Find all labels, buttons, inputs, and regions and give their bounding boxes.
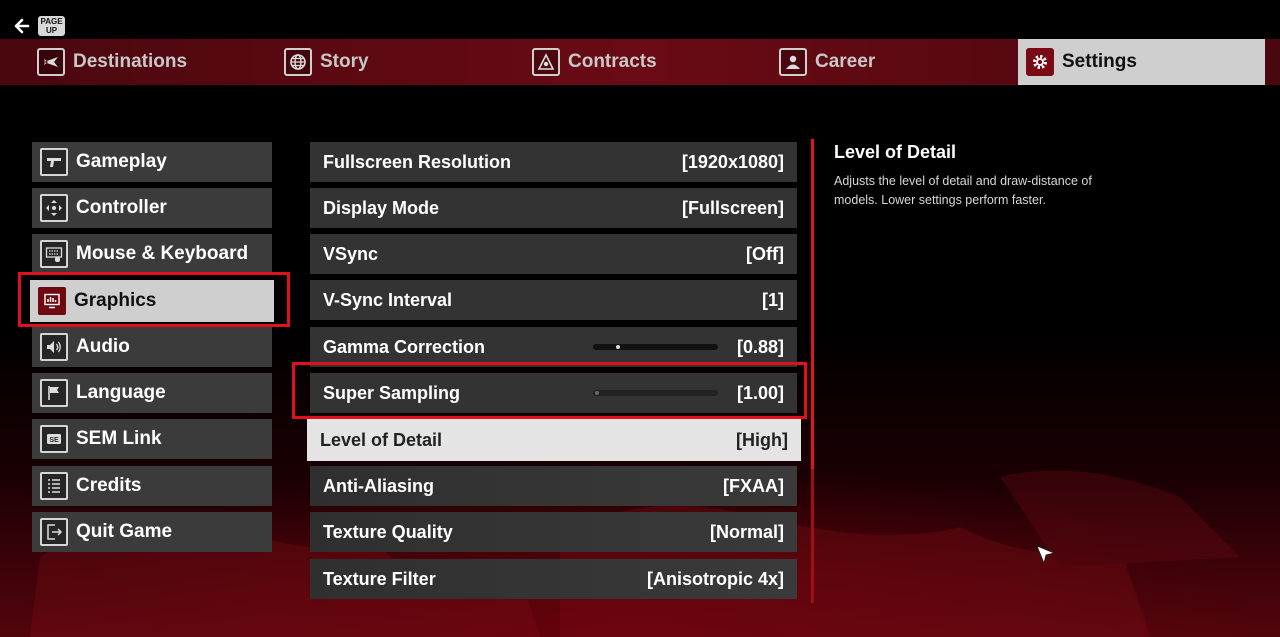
- setting-label: Texture Filter: [323, 568, 436, 589]
- tab-settings[interactable]: Settings: [1018, 39, 1265, 85]
- page-up-key-badge: PAGE UP: [38, 16, 65, 36]
- category-label: Quit Game: [76, 521, 173, 542]
- setting-value: [1]: [762, 289, 784, 310]
- setting-value: [Anisotropic 4x]: [646, 568, 784, 589]
- tab-label: Story: [320, 51, 369, 72]
- tab-label: Contracts: [568, 51, 657, 72]
- slider-knob[interactable]: [595, 391, 599, 395]
- setting-label: Level of Detail: [320, 429, 443, 450]
- category-label: Controller: [76, 197, 167, 218]
- tab-contracts[interactable]: Contracts: [532, 39, 657, 85]
- setting-texture-quality[interactable]: Texture Quality [Normal]: [310, 512, 797, 552]
- category-label: SEM Link: [76, 428, 162, 449]
- setting-value: [0.88]: [736, 336, 784, 357]
- setting-value: [1920x1080]: [681, 151, 784, 172]
- tab-story[interactable]: Story: [284, 39, 369, 85]
- setting-value: [FXAA]: [723, 475, 784, 496]
- category-quit-game[interactable]: Quit Game: [32, 512, 272, 552]
- setting-display-mode[interactable]: Display Mode [Fullscreen]: [310, 188, 797, 228]
- setting-vsync-interval[interactable]: V-Sync Interval [1]: [310, 280, 797, 320]
- tab-career[interactable]: Career: [779, 39, 875, 85]
- setting-super-sampling[interactable]: Super Sampling [1.00]: [310, 373, 797, 413]
- airplane-icon: [37, 48, 65, 76]
- setting-fullscreen-resolution[interactable]: Fullscreen Resolution [1920x1080]: [310, 142, 797, 182]
- category-label: Gameplay: [76, 151, 167, 172]
- setting-label: VSync: [323, 243, 379, 264]
- exit-icon: [40, 518, 68, 546]
- category-mouse-keyboard[interactable]: Mouse & Keyboard: [32, 234, 272, 274]
- setting-anti-aliasing[interactable]: Anti-Aliasing [FXAA]: [310, 466, 797, 506]
- globe-icon: [284, 48, 312, 76]
- category-language[interactable]: Language: [32, 373, 272, 413]
- gear-icon: [1026, 48, 1054, 76]
- scrollbar-thumb[interactable]: [811, 139, 814, 469]
- tab-label: Career: [815, 51, 876, 72]
- category-controller[interactable]: Controller: [32, 188, 272, 228]
- tab-label: Settings: [1062, 51, 1137, 72]
- setting-value: [High]: [736, 429, 788, 450]
- tab-label: Destinations: [73, 51, 188, 72]
- setting-value: [Normal]: [709, 521, 784, 542]
- tab-destinations[interactable]: Destinations: [37, 39, 187, 85]
- agent-icon: [779, 48, 807, 76]
- category-label: Language: [76, 382, 166, 403]
- setting-label: Gamma Correction: [323, 336, 486, 357]
- keyboard-icon: [40, 240, 68, 268]
- category-gameplay[interactable]: Gameplay: [32, 142, 272, 182]
- dpad-icon: [40, 194, 68, 222]
- setting-label: Fullscreen Resolution: [323, 151, 512, 172]
- category-label: Audio: [76, 336, 130, 357]
- setting-value: [Fullscreen]: [681, 197, 784, 218]
- svg-text:SE: SE: [49, 437, 59, 444]
- category-label: Credits: [76, 475, 142, 496]
- setting-label: Texture Quality: [323, 521, 453, 542]
- back-arrow-icon[interactable]: [12, 16, 32, 36]
- category-credits[interactable]: Credits: [32, 466, 272, 506]
- mouse-cursor-icon: [1036, 545, 1056, 565]
- sem-icon: SE: [40, 425, 68, 453]
- description-text: Adjusts the level of detail and draw-dis…: [834, 174, 1092, 207]
- pistol-icon: [40, 148, 68, 176]
- setting-level-of-detail[interactable]: Level of Detail [High]: [307, 419, 801, 461]
- slider-knob[interactable]: [616, 345, 621, 349]
- setting-value: [Off]: [746, 243, 784, 264]
- list-icon: [40, 472, 68, 500]
- setting-vsync[interactable]: VSync [Off]: [310, 234, 797, 274]
- category-label: Mouse & Keyboard: [76, 243, 249, 264]
- category-audio[interactable]: Audio: [32, 327, 272, 367]
- category-graphics[interactable]: Graphics: [30, 280, 274, 322]
- category-label: Graphics: [74, 290, 157, 311]
- setting-gamma-correction[interactable]: Gamma Correction [0.88]: [310, 327, 797, 367]
- setting-value: [1.00]: [736, 382, 784, 403]
- setting-label: Anti-Aliasing: [323, 475, 434, 496]
- super-sampling-slider[interactable]: [593, 390, 718, 396]
- category-sem-link[interactable]: SE SEM Link: [32, 419, 272, 459]
- setting-label: Display Mode: [323, 197, 440, 218]
- speaker-icon: [40, 333, 68, 361]
- monitor-icon: [38, 287, 66, 315]
- description-title: Level of Detail: [834, 142, 957, 162]
- top-navigation-bar: Destinations Story Contracts Career Sett…: [0, 39, 1280, 85]
- flag-icon: [40, 379, 68, 407]
- gamma-slider[interactable]: [593, 344, 718, 350]
- contracts-icon: [532, 48, 560, 76]
- setting-label: Super Sampling: [323, 382, 461, 403]
- setting-texture-filter[interactable]: Texture Filter [Anisotropic 4x]: [310, 559, 797, 599]
- setting-label: V-Sync Interval: [323, 289, 453, 310]
